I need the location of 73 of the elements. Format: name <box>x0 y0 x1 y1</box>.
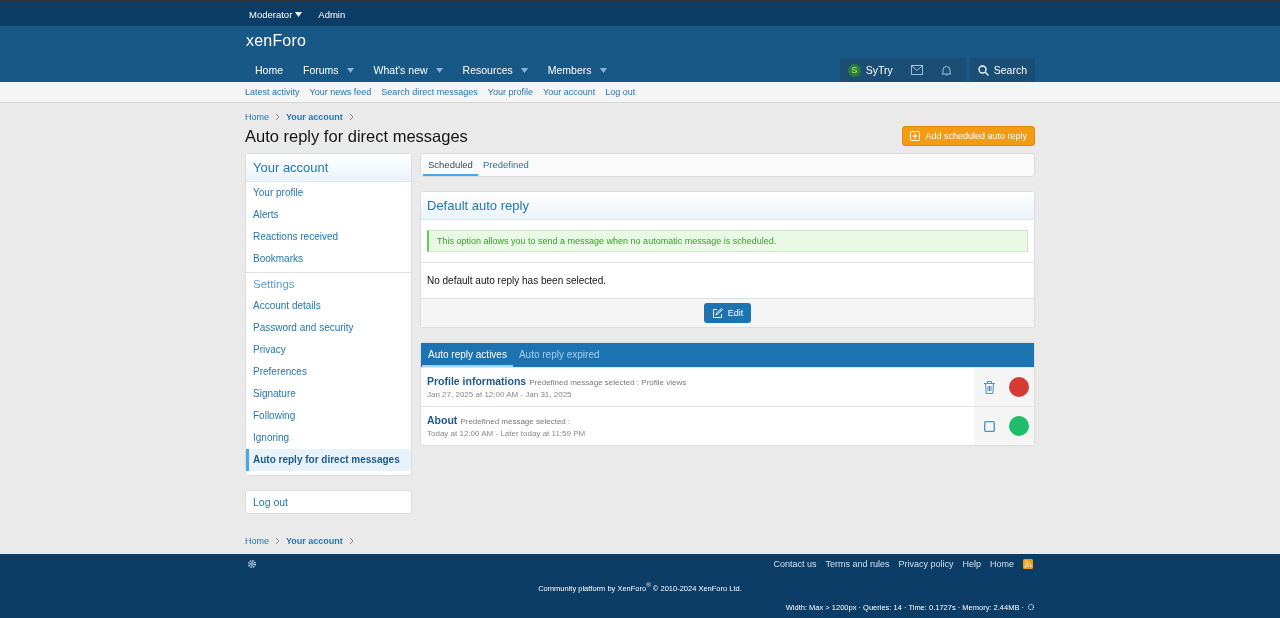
search-icon <box>977 64 989 76</box>
staff-link[interactable]: Admin <box>318 8 346 20</box>
sidebar-section-heading: Settings <box>246 272 411 295</box>
tab[interactable]: Scheduled <box>423 154 478 176</box>
reply-detail: Predefined message selected : Profile views <box>529 378 687 387</box>
avatar: S <box>847 63 861 77</box>
search-link[interactable]: Search <box>969 58 1035 82</box>
chevron-icon <box>275 537 280 545</box>
panel-title: Default auto reply <box>421 192 1034 220</box>
subnav-link[interactable]: Your account <box>543 87 596 97</box>
list-tab[interactable]: Auto reply actives <box>422 343 513 367</box>
footer-link[interactable]: Help <box>962 559 981 569</box>
reply-title-link[interactable]: About <box>427 414 458 426</box>
subnav-link[interactable]: Your profile <box>487 87 533 97</box>
chevron-icon <box>348 113 354 121</box>
sidebar-item[interactable]: Preferences <box>246 361 411 383</box>
footer-link[interactable]: Home <box>990 559 1014 569</box>
nav-tab[interactable]: Forums <box>293 64 364 76</box>
nav-tab[interactable]: What's new <box>363 64 453 76</box>
caret-icon <box>346 67 354 73</box>
sidebar-item[interactable]: Alerts <box>246 204 411 226</box>
sidebar-item[interactable]: Account details <box>246 295 411 317</box>
tab[interactable]: Predefined <box>477 154 534 176</box>
edit-button[interactable]: Edit <box>703 303 752 323</box>
reply-title-link[interactable]: Profile informations <box>427 375 527 387</box>
sidebar-item[interactable]: Ignoring <box>246 427 411 449</box>
sidebar-item[interactable]: Your profile <box>246 182 411 204</box>
subnav-link[interactable]: Latest activity <box>245 87 300 97</box>
staff-link[interactable]: Moderator <box>249 8 303 20</box>
nav-tab[interactable]: Resources <box>452 64 538 76</box>
rss-icon[interactable] <box>1023 559 1033 569</box>
footer-link[interactable]: Contact us <box>773 559 817 569</box>
logo[interactable]: xenForo <box>245 26 307 58</box>
subnav-link[interactable]: Search direct messages <box>381 87 478 97</box>
chevron-icon <box>275 113 280 121</box>
caret-icon <box>435 67 443 73</box>
reply-detail: Predefined message selected : <box>460 417 571 426</box>
breadcrumb-link[interactable]: Home <box>245 112 269 122</box>
reply-dates: Jan 27, 2025 at 12:00 AM - Jan 31, 2025 <box>427 390 573 399</box>
checkbox[interactable] <box>983 420 995 432</box>
footer-link[interactable]: Privacy policy <box>898 559 954 569</box>
user-link[interactable]: S SyTry <box>847 63 893 77</box>
breadcrumb-link[interactable]: Your account <box>286 112 343 122</box>
subnav-link[interactable]: Your news feed <box>309 87 372 97</box>
sidebar-item[interactable]: Bookmarks <box>246 248 411 270</box>
sidebar-heading: Your account <box>246 154 411 182</box>
trash-icon[interactable] <box>983 380 995 394</box>
subnav-link[interactable]: Log out <box>605 87 636 97</box>
bell-icon[interactable] <box>940 64 952 76</box>
success-notice: This option allows you to send a message when no automatic message is scheduled. <box>427 230 1028 252</box>
plus-square-icon <box>910 131 921 141</box>
sidebar-item[interactable]: Reactions received <box>246 226 411 248</box>
list-tab[interactable]: Auto reply expired <box>512 343 606 367</box>
caret-icon <box>295 11 303 17</box>
nav-tab[interactable]: Home <box>245 64 293 76</box>
caret-icon <box>599 67 607 73</box>
sidebar-item[interactable]: Privacy <box>246 339 411 361</box>
breadcrumb-link[interactable]: Your account <box>286 536 343 546</box>
sidebar-item[interactable]: Password and security <box>246 317 411 339</box>
sidebar-item[interactable]: Signature <box>246 383 411 405</box>
sidebar-item[interactable]: Auto reply for direct messages <box>246 449 411 471</box>
caret-icon <box>520 67 528 73</box>
logout-link[interactable]: Log out <box>245 490 412 514</box>
panel-message: No default auto reply has been selected. <box>426 274 607 288</box>
chevron-icon <box>348 537 354 545</box>
sidebar-item[interactable]: Following <box>246 405 411 427</box>
breadcrumb-link[interactable]: Home <box>245 536 269 546</box>
nav-tab[interactable]: Members <box>537 64 617 76</box>
edit-icon <box>711 307 723 319</box>
envelope-icon[interactable] <box>910 65 923 75</box>
footer-link[interactable]: Terms and rules <box>825 559 890 569</box>
page-title: Auto reply for direct messages <box>245 126 468 146</box>
reply-dates: Today at 12:00 AM - Later today at 11:59 PM <box>427 429 587 438</box>
